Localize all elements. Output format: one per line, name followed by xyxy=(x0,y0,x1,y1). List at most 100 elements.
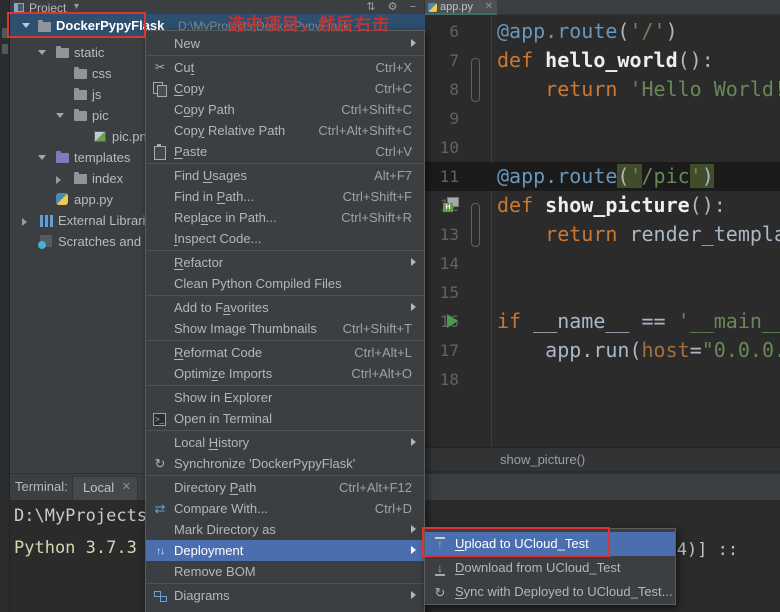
close-icon[interactable]: ✕ xyxy=(122,480,131,493)
code-line-9[interactable]: 9 xyxy=(425,104,780,133)
folder-icon xyxy=(74,109,87,121)
code-line-18[interactable]: 18 xyxy=(425,365,780,394)
code-text: def hello_world(): xyxy=(497,48,714,72)
project-panel-icon xyxy=(14,3,24,12)
editor[interactable]: app.py ✕ 6 @app.route('/') 7 def hello_worl… xyxy=(425,0,780,473)
submenu-arrow-icon xyxy=(411,546,416,554)
tree-item-label: app.py xyxy=(74,192,114,207)
menu-separator xyxy=(146,295,424,296)
collapse-all-icon[interactable]: ⇅ xyxy=(366,1,375,13)
menu-item-label: Paste xyxy=(174,144,208,159)
menu-item-find-in-path[interactable]: Find in Path... Ctrl+Shift+F xyxy=(146,186,424,207)
menu-item-label: Reformat Code xyxy=(174,345,263,360)
menu-item-optimize-imports[interactable]: Optimize Imports Ctrl+Alt+O xyxy=(146,363,424,384)
menu-item-label: Copy Relative Path xyxy=(174,123,286,138)
code-text: return 'Hello World!' xyxy=(545,77,780,101)
menu-item-upload-to-ucloud-test[interactable]: Upload to UCloud_Test xyxy=(425,532,675,556)
run-icon[interactable] xyxy=(447,314,458,328)
menu-item-local-history[interactable]: Local History xyxy=(146,432,424,453)
menu-item-label: New xyxy=(174,36,201,51)
code-text: if __name__ == '__main__': xyxy=(497,309,780,333)
code-line-6[interactable]: 6 @app.route('/') xyxy=(425,17,780,46)
menu-shortcut: Ctrl+X xyxy=(375,60,412,75)
menu-item-diagrams[interactable]: Diagrams xyxy=(146,585,424,606)
code-line-14[interactable]: 14 xyxy=(425,249,780,278)
chevron-down-icon[interactable]: ▾ xyxy=(74,1,79,12)
panel-title[interactable]: Project xyxy=(29,1,66,15)
code-line-17[interactable]: 17 app.run(host="0.0.0.0", xyxy=(425,336,780,365)
menu-item-reformat-code[interactable]: Reformat Code Ctrl+Alt+L xyxy=(146,342,424,363)
tree-item-label: index xyxy=(92,171,124,186)
menu-icon-slot xyxy=(152,522,168,537)
line-number: 6 xyxy=(449,22,459,41)
cut-icon xyxy=(152,60,168,75)
menu-item-label: Upload to UCloud_Test xyxy=(455,536,589,551)
hide-panel-icon[interactable]: − xyxy=(410,1,416,13)
image-preview-gutter-icon[interactable] xyxy=(443,197,459,212)
menu-item-sync-with-deployed-to-ucloud-test[interactable]: Sync with Deployed to UCloud_Test... xyxy=(425,580,675,604)
menu-item-replace-in-path[interactable]: Replace in Path... Ctrl+Shift+R xyxy=(146,207,424,228)
code-text: app.run(host="0.0.0.0", xyxy=(545,338,780,362)
menu-item-mark-directory-as[interactable]: Mark Directory as xyxy=(146,519,424,540)
menu-icon-slot xyxy=(152,480,168,495)
menu-item-show-image-thumbnails[interactable]: Show Image Thumbnails Ctrl+Shift+T xyxy=(146,318,424,339)
menu-shortcut: Ctrl+Alt+Shift+C xyxy=(318,123,412,138)
menu-item-compare-with[interactable]: Compare With... Ctrl+D xyxy=(146,498,424,519)
settings-gear-icon[interactable]: ⚙ xyxy=(388,1,398,13)
project-panel-header: Project ▾ ⇅ ⚙ − xyxy=(10,0,424,15)
menu-item-paste[interactable]: Paste Ctrl+V xyxy=(146,141,424,162)
menu-icon-slot xyxy=(152,123,168,138)
menu-item-copy-relative-path[interactable]: Copy Relative Path Ctrl+Alt+Shift+C xyxy=(146,120,424,141)
paste-icon xyxy=(152,144,168,160)
code-line-10[interactable]: 10 xyxy=(425,133,780,162)
tool-window-stripe-icon[interactable] xyxy=(2,28,8,38)
terminal-tab-local[interactable]: Local ✕ xyxy=(72,476,138,500)
menu-item-label: Show in Explorer xyxy=(174,390,273,405)
menu-item-inspect-code[interactable]: Inspect Code... xyxy=(146,228,424,249)
code-line-11[interactable]: 11 @app.route('/pic') xyxy=(425,162,780,191)
tool-window-stripe-icon[interactable] xyxy=(2,44,8,54)
menu-item-copy[interactable]: Copy Ctrl+C xyxy=(146,78,424,99)
menu-item-synchronize-dockerpypyflask[interactable]: Synchronize 'DockerPypyFlask' xyxy=(146,453,424,474)
menu-item-cut[interactable]: Cut Ctrl+X xyxy=(146,57,424,78)
chevron-down-icon[interactable] xyxy=(38,50,46,55)
menu-item-deployment[interactable]: Deployment xyxy=(146,540,424,561)
breadcrumb-item[interactable]: show_picture() xyxy=(500,452,585,467)
submenu-arrow-icon xyxy=(411,591,416,599)
code-line-15[interactable]: 15 xyxy=(425,278,780,307)
menu-item-refactor[interactable]: Refactor xyxy=(146,252,424,273)
chevron-right-icon[interactable] xyxy=(22,218,27,226)
menu-shortcut: Ctrl+Shift+T xyxy=(342,321,412,336)
menu-shortcut: Ctrl+V xyxy=(375,144,412,159)
menu-item-new[interactable]: New xyxy=(146,33,424,54)
folder-icon xyxy=(38,20,51,32)
menu-item-copy-path[interactable]: Copy Path Ctrl+Shift+C xyxy=(146,99,424,120)
code-line-16[interactable]: 16if __name__ == '__main__': xyxy=(425,307,780,336)
tree-item-label: css xyxy=(92,66,112,81)
chevron-down-icon[interactable] xyxy=(56,113,64,118)
tool-window-bar xyxy=(0,0,10,612)
chevron-right-icon[interactable] xyxy=(56,176,61,184)
submenu-arrow-icon xyxy=(411,303,416,311)
code-fold-handle[interactable] xyxy=(471,58,480,102)
menu-item-label: Open in Terminal xyxy=(174,411,273,426)
chevron-down-icon[interactable] xyxy=(38,155,46,160)
line-number: 17 xyxy=(439,341,459,360)
menu-item-clean-python-compiled-files[interactable]: Clean Python Compiled Files xyxy=(146,273,424,294)
code-fold-handle[interactable] xyxy=(471,203,480,247)
menu-item-remove-bom[interactable]: Remove BOM xyxy=(146,561,424,582)
menu-shortcut: Ctrl+Alt+F12 xyxy=(339,480,412,495)
menu-icon-slot xyxy=(152,366,168,381)
code-text: @app.route('/') xyxy=(497,19,678,43)
menu-item-directory-path[interactable]: Directory Path Ctrl+Alt+F12 xyxy=(146,477,424,498)
menu-item-more[interactable] xyxy=(146,606,424,612)
menu-item-find-usages[interactable]: Find Usages Alt+F7 xyxy=(146,165,424,186)
menu-separator xyxy=(146,55,424,56)
menu-item-open-in-terminal[interactable]: Open in Terminal xyxy=(146,408,424,429)
line-number: 18 xyxy=(439,370,459,389)
chevron-down-icon[interactable] xyxy=(22,23,30,28)
menu-item-add-to-favorites[interactable]: Add to Favorites xyxy=(146,297,424,318)
menu-item-show-in-explorer[interactable]: Show in Explorer xyxy=(146,387,424,408)
menu-item-download-from-ucloud-test[interactable]: Download from UCloud_Test xyxy=(425,556,675,580)
libs-icon xyxy=(40,215,53,227)
